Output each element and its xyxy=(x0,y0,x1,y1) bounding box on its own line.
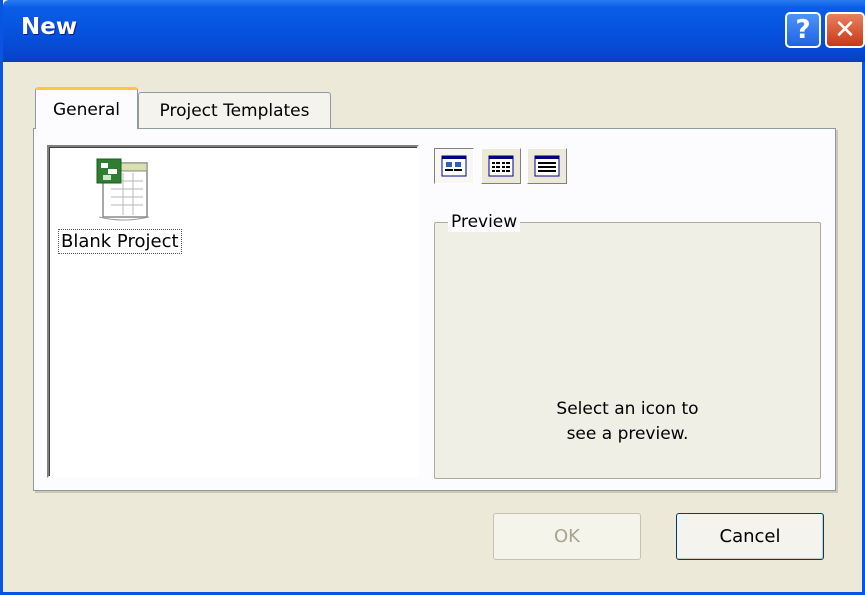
preview-message: Select an icon to see a preview. xyxy=(434,397,821,447)
ok-button[interactable]: OK xyxy=(493,513,641,560)
cancel-button-label: Cancel xyxy=(719,526,781,547)
preview-message-line-2: see a preview. xyxy=(566,424,689,444)
tab-project-templates[interactable]: Project Templates xyxy=(138,92,331,128)
preview-legend: Preview xyxy=(448,212,521,232)
cancel-button[interactable]: Cancel xyxy=(676,513,824,560)
large-icons-view-icon xyxy=(441,155,467,177)
title-bar[interactable]: New ? ✕ xyxy=(3,0,865,62)
blank-project-label[interactable]: Blank Project xyxy=(58,229,182,254)
list-view-icon xyxy=(488,155,514,177)
preview-message-line-1: Select an icon to xyxy=(556,399,699,419)
large-icons-view-button[interactable] xyxy=(434,148,474,184)
tab-project-templates-label: Project Templates xyxy=(159,100,310,121)
template-icon-list[interactable]: Blank Project xyxy=(47,145,419,478)
window-title: New xyxy=(21,14,78,40)
ok-button-label: OK xyxy=(554,526,580,547)
list-view-button[interactable] xyxy=(481,148,521,184)
close-icon: ✕ xyxy=(834,15,856,45)
tab-general-label: General xyxy=(53,99,120,120)
tab-general[interactable]: General xyxy=(35,87,138,129)
details-view-icon xyxy=(534,155,560,177)
details-view-button[interactable] xyxy=(527,148,567,184)
project-file-icon[interactable] xyxy=(93,157,153,223)
help-button[interactable]: ? xyxy=(785,12,821,48)
close-button[interactable]: ✕ xyxy=(825,12,865,48)
help-icon: ? xyxy=(795,15,811,45)
